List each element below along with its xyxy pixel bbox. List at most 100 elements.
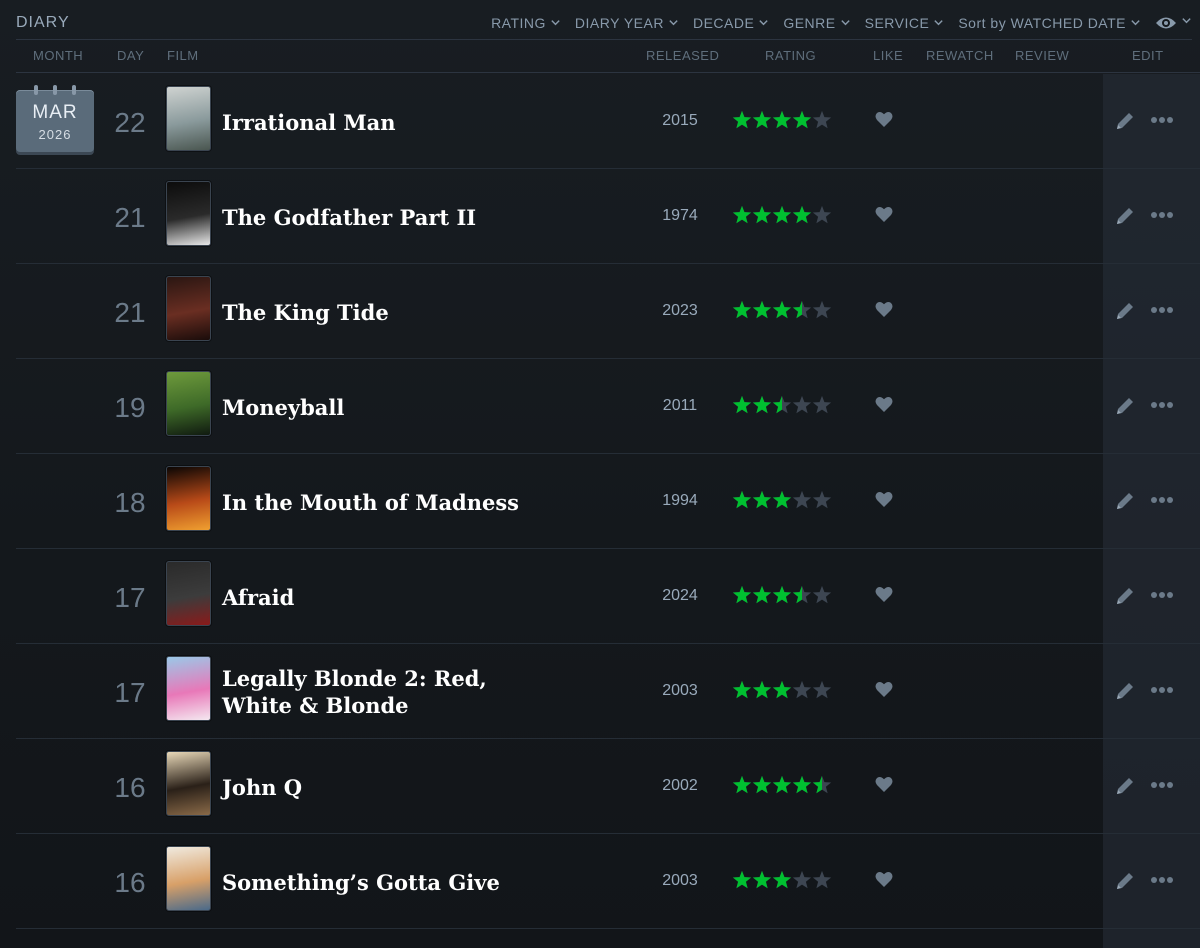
film-release-year[interactable]: 2024 [646,587,714,605]
film-title[interactable]: Afraid [222,584,552,611]
chevron-down-icon [664,15,679,31]
film-title[interactable]: Moneyball [222,394,552,421]
film-release-year[interactable]: 2023 [646,302,714,320]
pencil-icon[interactable] [1114,300,1136,322]
star-rating[interactable] [732,110,832,130]
star-icon [772,110,792,129]
filter-rating[interactable]: RATING [491,15,561,31]
film-poster[interactable] [166,561,211,626]
film-release-year[interactable]: 2002 [646,777,714,795]
pencil-icon[interactable] [1114,680,1136,702]
film-title[interactable]: Something’s Gotta Give [222,869,552,896]
star-rating[interactable] [732,205,832,225]
film-poster[interactable] [166,656,211,721]
film-release-year[interactable]: 1994 [646,492,714,510]
diary-entry-row[interactable]: 19 Moneyball 2011 [16,359,1200,454]
star-rating[interactable] [732,680,832,700]
more-icon[interactable] [1150,306,1174,314]
film-title[interactable]: The Godfather Part II [222,204,552,231]
diary-entry-list: MAR 2026 22 Irrational Man 2015 21 The Godfath… [16,74,1200,929]
filter-diary-year[interactable]: DIARY YEAR [575,15,679,31]
film-release-year[interactable]: 2011 [646,397,714,415]
calendar-month-badge[interactable]: MAR 2026 [16,85,94,152]
entry-day[interactable]: 19 [112,392,148,424]
more-icon[interactable] [1150,686,1174,694]
filter-label: SERVICE [864,15,930,31]
pencil-icon[interactable] [1114,490,1136,512]
star-rating[interactable] [732,490,832,510]
filter-decade[interactable]: DECADE [693,15,769,31]
more-icon[interactable] [1150,876,1174,884]
star-icon [752,775,772,794]
star-icon [812,395,832,414]
column-released: RELEASED [646,48,720,63]
entry-day[interactable]: 21 [112,202,148,234]
star-rating[interactable] [732,585,832,605]
film-release-year[interactable]: 2015 [646,112,714,130]
film-release-year[interactable]: 1974 [646,207,714,225]
star-rating[interactable] [732,395,832,415]
film-release-year[interactable]: 2003 [646,872,714,890]
more-icon[interactable] [1150,591,1174,599]
film-poster[interactable] [166,466,211,531]
film-title[interactable]: Legally Blonde 2: Red, White & Blonde [222,665,552,719]
film-poster[interactable] [166,371,211,436]
film-poster[interactable] [166,276,211,341]
pencil-icon[interactable] [1114,205,1136,227]
entry-day[interactable]: 16 [112,772,148,804]
diary-entry-row[interactable]: 21 The Godfather Part II 1974 [16,169,1200,264]
film-release-year[interactable]: 2003 [646,682,714,700]
filter-service[interactable]: SERVICE [865,15,945,31]
heart-icon[interactable] [875,871,893,888]
diary-entry-row[interactable]: 21 The King Tide 2023 [16,264,1200,359]
film-title[interactable]: John Q [222,774,552,801]
star-icon [752,680,772,699]
pencil-icon[interactable] [1114,395,1136,417]
diary-entry-row[interactable]: MAR 2026 22 Irrational Man 2015 [16,74,1200,169]
pencil-icon[interactable] [1114,585,1136,607]
heart-icon[interactable] [875,776,893,793]
more-icon[interactable] [1150,781,1174,789]
more-icon[interactable] [1150,401,1174,409]
film-poster[interactable] [166,86,211,151]
film-poster[interactable] [166,181,211,246]
chevron-down-icon [1126,15,1141,31]
star-icon [812,490,832,509]
entry-day[interactable]: 17 [112,677,148,709]
heart-icon[interactable] [875,681,893,698]
film-title[interactable]: The King Tide [222,299,552,326]
heart-icon[interactable] [875,586,893,603]
heart-icon[interactable] [875,491,893,508]
diary-entry-row[interactable]: 17 Legally Blonde 2: Red, White & Blonde 2… [16,644,1200,739]
heart-icon[interactable] [875,301,893,318]
entry-day[interactable]: 17 [112,582,148,614]
more-icon[interactable] [1150,211,1174,219]
entry-day[interactable]: 21 [112,297,148,329]
diary-entry-row[interactable]: 16 John Q 2002 [16,739,1200,834]
heart-icon[interactable] [875,396,893,413]
entry-day[interactable]: 22 [112,107,148,139]
star-rating[interactable] [732,775,832,795]
filter-sort-by-watched-date[interactable]: Sort by WATCHED DATE [958,15,1141,31]
film-title[interactable]: In the Mouth of Madness [222,489,552,516]
diary-entry-row[interactable]: 18 In the Mouth of Madness 1994 [16,454,1200,549]
more-icon[interactable] [1150,496,1174,504]
heart-icon[interactable] [875,111,893,128]
entry-day[interactable]: 16 [112,867,148,899]
film-poster[interactable] [166,751,211,816]
diary-entry-row[interactable]: 17 Afraid 2024 [16,549,1200,644]
more-icon[interactable] [1150,116,1174,124]
diary-entry-row[interactable]: 16 Something’s Gotta Give 2003 [16,834,1200,929]
entry-day[interactable]: 18 [112,487,148,519]
pencil-icon[interactable] [1114,110,1136,132]
film-title[interactable]: Irrational Man [222,109,552,136]
eye-icon[interactable] [1141,15,1192,31]
pencil-icon[interactable] [1114,775,1136,797]
pencil-icon[interactable] [1114,870,1136,892]
heart-icon[interactable] [875,206,893,223]
filter-genre[interactable]: GENRE [783,15,850,31]
star-rating[interactable] [732,870,832,890]
star-icon [792,680,812,699]
film-poster[interactable] [166,846,211,911]
star-rating[interactable] [732,300,832,320]
